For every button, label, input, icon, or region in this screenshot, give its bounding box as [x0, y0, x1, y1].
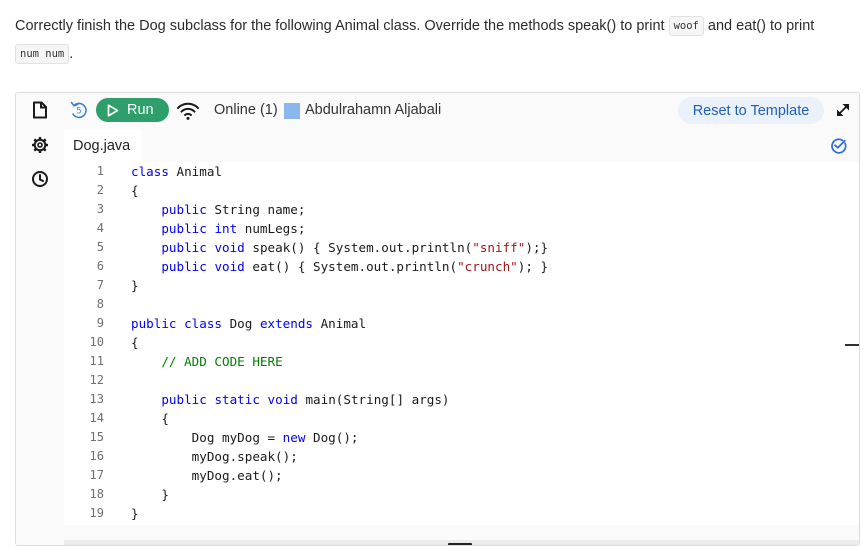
line-number: 16	[89, 449, 104, 463]
code-line: // ADD CODE HERE	[161, 354, 283, 369]
line-number: 10	[89, 335, 104, 349]
run-label: Run	[127, 102, 154, 118]
code-line: myDog.speak();	[131, 449, 298, 464]
line-number: 13	[89, 392, 104, 406]
line-number: 15	[89, 430, 104, 444]
panel-divider-handle[interactable]	[845, 344, 859, 346]
code-line: {	[131, 335, 139, 350]
line-number: 12	[89, 373, 104, 387]
code-line: }	[131, 487, 169, 502]
file-tab-bar: Dog.java	[64, 129, 859, 162]
reset-to-template-button[interactable]: Reset to Template	[678, 97, 824, 124]
gear-icon[interactable]	[29, 134, 51, 156]
code-line: myDog.eat();	[131, 468, 283, 483]
code-line: Dog myDog = new Dog();	[131, 430, 359, 445]
num-num-code-chip: num num	[15, 44, 70, 65]
user-color-swatch	[284, 103, 300, 119]
code-line: {	[131, 183, 139, 198]
play-icon	[107, 103, 119, 117]
line-number: 11	[89, 354, 104, 368]
code-line: }	[131, 278, 139, 293]
line-number: 14	[89, 411, 104, 425]
svg-text:5: 5	[76, 107, 81, 117]
ide-toolbar: 5 Run Online (1) Abdulrahamn Aljabali Re…	[64, 93, 859, 129]
code-editor[interactable]: 1234567891011121314151617181920 class An…	[64, 162, 859, 525]
code-content[interactable]: class Animal { public String name; public…	[131, 162, 548, 525]
question-prompt: Correctly finish the Dog subclass for th…	[15, 12, 855, 68]
code-line: {	[131, 411, 169, 426]
run-button[interactable]: Run	[96, 98, 169, 122]
code-line: public void eat() { System.out.println("…	[161, 259, 549, 274]
prompt-text-2: and eat() to print	[703, 18, 815, 34]
line-number: 6	[96, 259, 104, 273]
line-number: 17	[89, 468, 104, 482]
line-number: 2	[96, 183, 104, 197]
line-number: 4	[96, 221, 104, 235]
online-count: Online (1)	[214, 102, 278, 118]
tab-dog-java[interactable]: Dog.java	[64, 129, 142, 162]
user-name: Abdulrahamn Aljabali	[305, 102, 442, 118]
line-number: 18	[89, 487, 104, 501]
prompt-text-1: Correctly finish the Dog subclass for th…	[15, 18, 669, 34]
check-circle-icon	[830, 137, 847, 154]
code-line: public void speak() { System.out.println…	[161, 240, 549, 255]
woof-code-chip: woof	[668, 16, 704, 37]
code-line: public static void main(String[] args)	[161, 392, 450, 407]
line-number: 20	[64, 523, 118, 525]
line-number: 8	[96, 297, 104, 311]
line-number: 7	[96, 278, 104, 292]
line-number: 3	[96, 202, 104, 216]
file-icon[interactable]	[29, 99, 51, 121]
expand-icon[interactable]	[834, 101, 852, 119]
line-number-gutter: 1234567891011121314151617181920	[64, 162, 118, 525]
code-ide: 5 Run Online (1) Abdulrahamn Aljabali Re…	[15, 92, 860, 546]
history-icon[interactable]	[29, 168, 51, 190]
code-line: public int numLegs;	[161, 221, 306, 236]
undo-icon[interactable]: 5	[68, 99, 90, 121]
prompt-text-3: .	[69, 46, 74, 62]
line-number: 9	[96, 316, 104, 330]
code-line: public String name;	[161, 202, 306, 217]
code-line: public class Dog extends Animal	[131, 316, 367, 331]
line-number: 5	[96, 240, 104, 254]
code-line: class Animal	[131, 164, 222, 179]
ide-sidebar	[16, 93, 64, 545]
line-number: 1	[96, 164, 104, 178]
code-line: }	[131, 506, 139, 521]
line-number: 19	[89, 506, 104, 520]
tab-label: Dog.java	[73, 137, 131, 154]
wifi-icon	[176, 101, 200, 121]
